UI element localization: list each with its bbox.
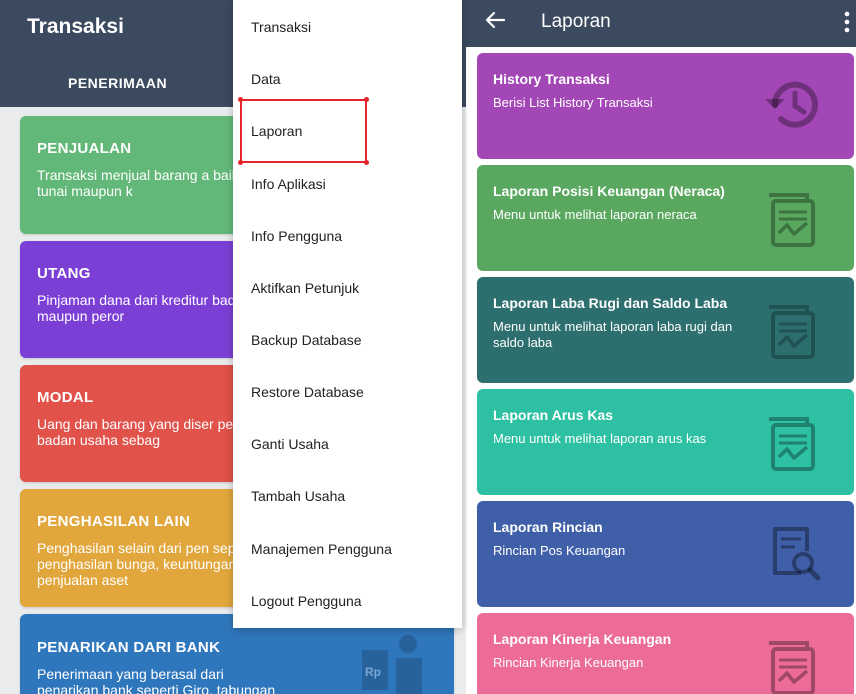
report-chart-icon	[769, 193, 815, 247]
menu-item-data[interactable]: Data	[251, 71, 281, 87]
menu-item-logout-pengguna[interactable]: Logout Pengguna	[251, 593, 362, 609]
card-title: Laporan Arus Kas	[493, 407, 614, 423]
card-description: Menu untuk melihat laporan arus kas	[493, 431, 707, 446]
card-description: Penerimaan yang berasal dari penarikan b…	[37, 666, 276, 694]
menu-item-ganti-usaha[interactable]: Ganti Usaha	[251, 436, 329, 452]
report-chart-icon	[769, 305, 815, 359]
report-chart-icon	[769, 641, 815, 694]
bank-withdrawal-icon: Rp	[362, 635, 422, 694]
overflow-menu: Transaksi Data Laporan Info Aplikasi Inf…	[233, 0, 462, 628]
card-laporan-neraca[interactable]: Laporan Posisi Keuangan (Neraca) Menu un…	[477, 165, 854, 271]
highlight-handle	[238, 97, 243, 102]
card-history-transaksi[interactable]: History Transaksi Berisi List History Tr…	[477, 53, 854, 159]
screenshot-stage: Transaksi PENERIMAAN PENJUALAN Transaksi…	[0, 0, 856, 694]
card-title: MODAL	[37, 389, 94, 406]
card-laporan-kinerja-keuangan[interactable]: Laporan Kinerja Keuangan Rincian Kinerja…	[477, 613, 854, 694]
card-title: PENGHASILAN LAIN	[37, 513, 191, 530]
page-title: Laporan	[541, 11, 611, 32]
card-laporan-laba-rugi[interactable]: Laporan Laba Rugi dan Saldo Laba Menu un…	[477, 277, 854, 383]
menu-item-manajemen-pengguna[interactable]: Manajemen Pengguna	[251, 541, 392, 557]
highlight-handle	[238, 160, 243, 165]
card-title: Laporan Laba Rugi dan Saldo Laba	[493, 295, 728, 311]
menu-item-tambah-usaha[interactable]: Tambah Usaha	[251, 488, 345, 504]
card-title: Laporan Posisi Keuangan (Neraca)	[493, 183, 725, 199]
document-search-icon	[773, 527, 821, 581]
card-description: Menu untuk melihat laporan neraca	[493, 207, 697, 222]
history-icon	[765, 81, 818, 128]
card-title: PENARIKAN DARI BANK	[37, 639, 221, 656]
bank-icon-text: Rp	[365, 665, 381, 679]
card-description: Rincian Pos Keuangan	[493, 543, 626, 558]
highlight-handle	[364, 97, 369, 102]
menu-item-info-pengguna[interactable]: Info Pengguna	[251, 228, 342, 244]
card-laporan-arus-kas[interactable]: Laporan Arus Kas Menu untuk melihat lapo…	[477, 389, 854, 495]
card-laporan-rincian[interactable]: Laporan Rincian Rincian Pos Keuangan	[477, 501, 854, 607]
card-description: Berisi List History Transaksi	[493, 95, 653, 110]
menu-item-transaksi[interactable]: Transaksi	[251, 19, 311, 35]
right-app-bar: Laporan	[466, 0, 856, 47]
laporan-screen: Laporan History Transaksi Berisi List Hi…	[466, 0, 856, 694]
page-title: Transaksi	[27, 15, 124, 38]
card-description: Menu untuk melihat laporan laba rugi dan…	[493, 319, 733, 350]
menu-item-restore-database[interactable]: Restore Database	[251, 384, 364, 400]
card-title: Laporan Rincian	[493, 519, 603, 535]
highlight-box-laporan	[238, 97, 369, 165]
menu-item-backup-database[interactable]: Backup Database	[251, 332, 362, 348]
tab-penerimaan[interactable]: PENERIMAAN	[68, 75, 167, 91]
card-title: UTANG	[37, 265, 91, 282]
more-vertical-icon[interactable]	[844, 11, 850, 33]
card-description: Rincian Kinerja Keuangan	[493, 655, 644, 670]
menu-item-aktifkan-petunjuk[interactable]: Aktifkan Petunjuk	[251, 280, 359, 296]
card-title: Laporan Kinerja Keuangan	[493, 631, 672, 647]
arrow-left-icon[interactable]	[484, 9, 506, 31]
report-chart-icon	[769, 417, 815, 471]
menu-item-info-aplikasi[interactable]: Info Aplikasi	[251, 176, 326, 192]
card-title: History Transaksi	[493, 71, 610, 87]
card-title: PENJUALAN	[37, 140, 132, 157]
highlight-handle	[364, 160, 369, 165]
